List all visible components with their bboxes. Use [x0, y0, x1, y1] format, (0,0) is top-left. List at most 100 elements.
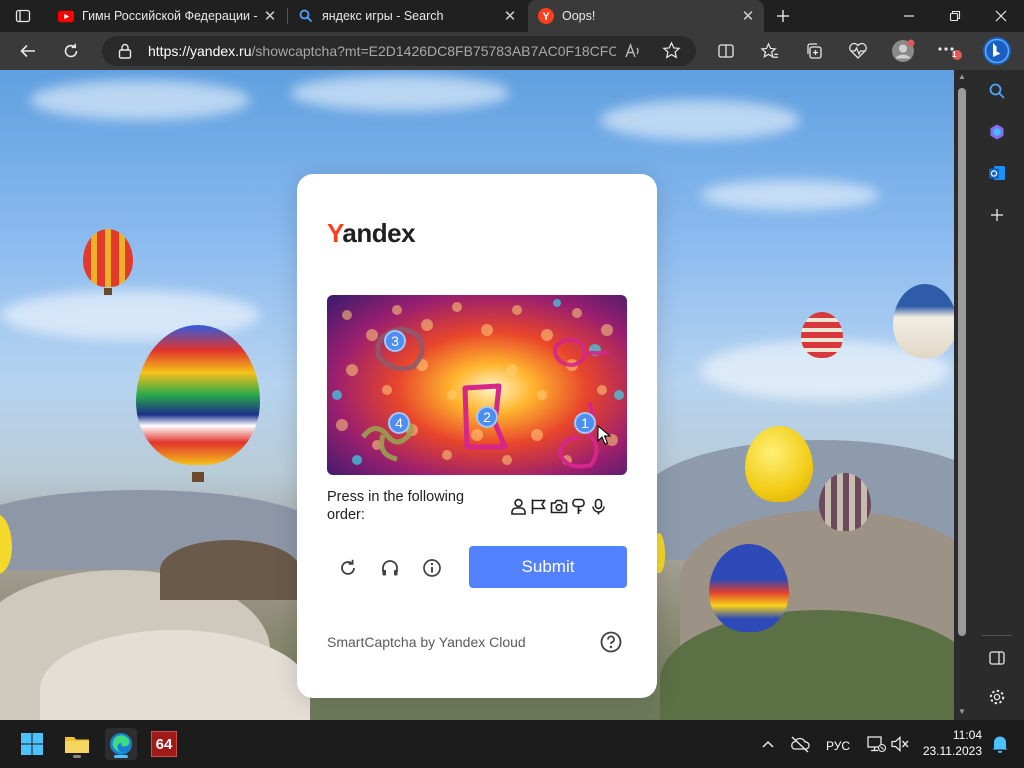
logo-text: andex	[342, 218, 416, 248]
flag-icon	[529, 496, 548, 516]
clock[interactable]: 11:04 23.11.2023	[918, 728, 982, 758]
show-hidden-icons-chevron-icon[interactable]	[752, 728, 784, 760]
tab-close-icon[interactable]: ✕	[738, 6, 758, 26]
cloud	[290, 75, 510, 111]
hot-air-balloon	[136, 325, 260, 465]
notifications-bell-icon[interactable]	[984, 728, 1016, 760]
lock-icon[interactable]	[118, 43, 132, 64]
tab-youtube-anthem[interactable]: Гимн Российской Федерации - ✕	[48, 0, 286, 32]
favorite-star-icon[interactable]	[662, 41, 681, 65]
sidebar-divider	[982, 635, 1012, 636]
click-marker-1[interactable]: 1	[574, 412, 596, 434]
rock-formation	[160, 540, 300, 600]
hot-air-balloon	[801, 312, 843, 358]
click-marker-3[interactable]: 3	[384, 330, 406, 352]
address-bar[interactable]: https://yandex.ru/showcaptcha?mt=E2D1426…	[102, 36, 696, 66]
file-explorer-icon[interactable]	[61, 728, 93, 760]
click-marker-4[interactable]: 4	[388, 412, 410, 434]
bing-search-icon	[298, 8, 314, 24]
youtube-icon	[58, 8, 74, 24]
url-path: /showcaptcha?mt=E2D1426DC8FB75783AB7AC0F…	[251, 43, 616, 59]
input-language-indicator[interactable]: РУС	[826, 739, 850, 753]
person-icon	[509, 496, 528, 516]
windows-start-icon[interactable]	[16, 728, 48, 760]
balloon-basket	[192, 472, 204, 482]
help-question-icon[interactable]	[599, 630, 623, 654]
collections-icon[interactable]	[799, 36, 829, 66]
cloud	[30, 80, 250, 120]
clock-date: 23.11.2023	[922, 744, 982, 758]
copilot-sidebar-icon[interactable]	[982, 117, 1012, 147]
logo-letter-y: Y	[327, 218, 343, 248]
browser-tab-strip: Гимн Российской Федерации - ✕ яндекс игр…	[0, 0, 1024, 32]
outlook-icon[interactable]	[982, 158, 1012, 188]
hot-air-balloon	[819, 473, 871, 531]
tab-close-icon[interactable]: ✕	[260, 6, 280, 26]
browser-toolbar: https://yandex.ru/showcaptcha?mt=E2D1426…	[0, 32, 1024, 70]
app-active-indicator	[114, 755, 128, 758]
edge-sidebar	[970, 70, 1024, 720]
scroll-up-icon[interactable]: ▲	[957, 72, 967, 82]
refresh-captcha-icon[interactable]	[334, 554, 362, 582]
app-running-indicator	[73, 755, 81, 758]
browser-essentials-icon[interactable]	[843, 36, 873, 66]
close-window-icon[interactable]	[978, 0, 1024, 32]
scroll-down-icon[interactable]: ▼	[957, 707, 967, 717]
url-host: https://yandex.ru	[148, 43, 252, 59]
scroll-thumb[interactable]	[958, 88, 966, 636]
audio-captcha-headphones-icon[interactable]	[376, 554, 404, 582]
svg-text:Y: Y	[542, 11, 550, 23]
hot-air-balloon	[709, 544, 789, 632]
tab-title: яндекс игры - Search	[322, 9, 444, 23]
minimize-icon[interactable]	[886, 0, 932, 32]
hot-air-balloon	[83, 229, 133, 287]
back-arrow-icon[interactable]	[13, 36, 43, 66]
click-marker-2[interactable]: 2	[476, 406, 498, 428]
profile-avatar-icon[interactable]	[888, 36, 918, 66]
tab-close-icon[interactable]: ✕	[500, 6, 520, 26]
page-scrollbar[interactable]: ▲ ▼	[954, 70, 970, 720]
settings-more-icon[interactable]: 1	[934, 36, 964, 66]
new-tab-icon[interactable]	[768, 1, 798, 31]
captcha-image[interactable]: 1 2 3 4	[327, 295, 627, 475]
read-aloud-icon[interactable]	[624, 42, 642, 65]
captcha-card: Yandex 1 2 3 4 Press in the following or…	[297, 174, 657, 698]
hot-air-balloon	[745, 426, 813, 502]
tab-actions-icon[interactable]	[8, 1, 38, 31]
split-screen-icon[interactable]	[711, 36, 741, 66]
tab-bing-search[interactable]: яндекс игры - Search ✕	[288, 0, 526, 32]
hot-air-balloon	[893, 284, 954, 358]
tab-yandex-oops[interactable]: Y Oops! ✕	[528, 0, 764, 32]
key-icon	[569, 496, 588, 516]
volume-muted-icon[interactable]	[884, 728, 916, 760]
mouse-cursor-icon	[597, 424, 612, 450]
order-icon-sequence	[509, 496, 608, 516]
edge-browser-icon[interactable]	[105, 728, 137, 760]
yandex-logo: Yandex	[327, 218, 416, 249]
yandex-icon: Y	[538, 8, 554, 24]
search-icon[interactable]	[982, 76, 1012, 106]
submit-button[interactable]: Submit	[469, 546, 627, 588]
cloud	[700, 180, 880, 210]
restore-icon[interactable]	[932, 0, 978, 32]
add-sidebar-app-icon[interactable]	[982, 200, 1012, 230]
copilot-icon[interactable]	[981, 35, 1013, 67]
cloud	[600, 100, 800, 140]
aida64-app-icon[interactable]: 64	[148, 728, 180, 760]
info-icon[interactable]	[418, 554, 446, 582]
url-text: https://yandex.ru/showcaptcha?mt=E2D1426…	[148, 43, 616, 59]
microphone-icon	[589, 496, 608, 516]
onedrive-offline-icon[interactable]	[784, 728, 816, 760]
balloon-basket	[104, 288, 112, 295]
tab-title: Oops!	[562, 9, 596, 23]
sidebar-settings-gear-icon[interactable]	[982, 682, 1012, 712]
windows-taskbar: 64 РУС 11:04 23.11.2023	[0, 720, 1024, 768]
app-badge-text: 64	[151, 731, 177, 757]
smartcaptcha-credit: SmartCaptcha by Yandex Cloud	[327, 634, 526, 650]
captcha-instruction: Press in the following order:	[327, 489, 465, 523]
hide-sidebar-icon[interactable]	[982, 643, 1012, 673]
clock-time: 11:04	[952, 728, 982, 742]
favorites-icon[interactable]	[754, 36, 784, 66]
camera-icon	[549, 496, 568, 516]
refresh-icon[interactable]	[56, 36, 86, 66]
